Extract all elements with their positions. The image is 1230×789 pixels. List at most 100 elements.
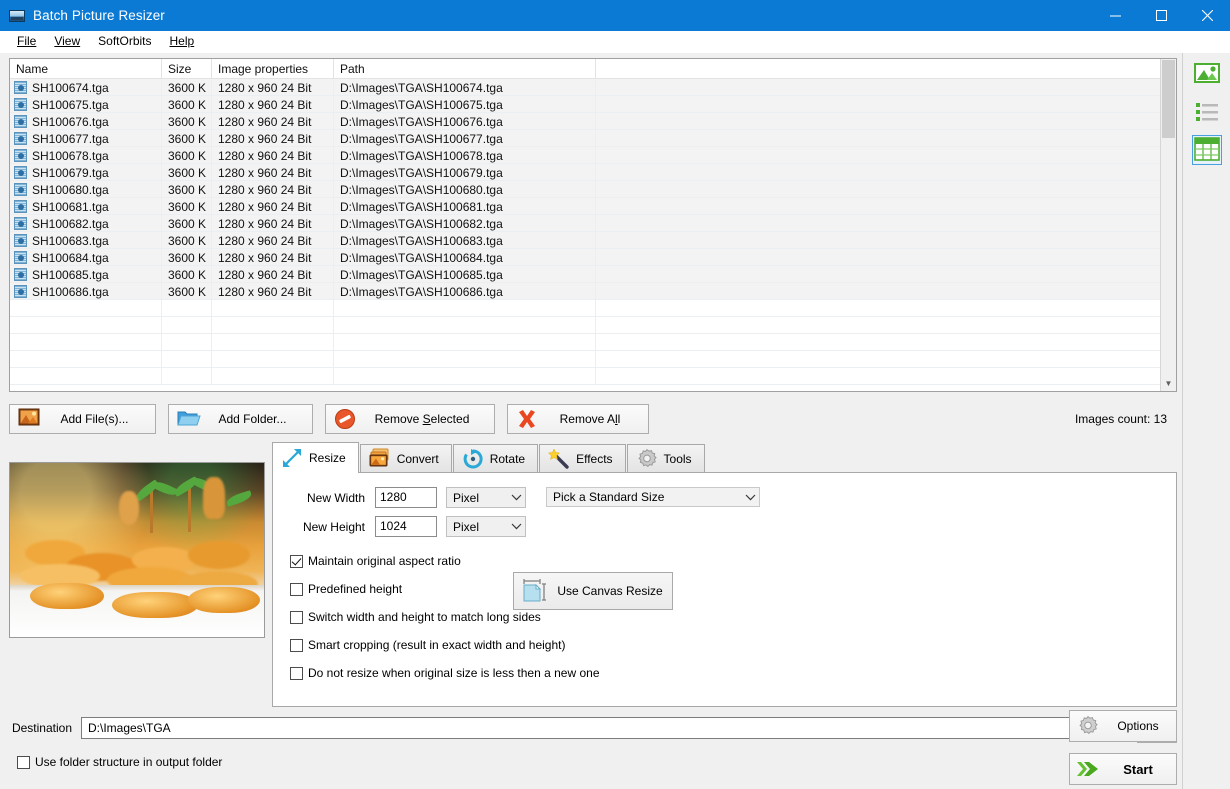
- tab-effects[interactable]: Effects: [539, 444, 626, 473]
- table-row-empty: [10, 351, 1176, 368]
- checkbox-icon[interactable]: [290, 638, 303, 652]
- cell-size: 3600 K: [162, 283, 212, 299]
- menu-softorbits[interactable]: SoftOrbits: [89, 32, 160, 51]
- rail-button-list-view[interactable]: [1192, 97, 1222, 127]
- tga-file-icon: [14, 251, 27, 264]
- menu-view[interactable]: View: [45, 32, 89, 51]
- start-label: Start: [1123, 761, 1153, 777]
- magic-wand-icon: [547, 448, 570, 470]
- table-row[interactable]: SH100678.tga 3600 K 1280 x 960 24 Bit D:\Im…: [10, 147, 1176, 164]
- checkbox-switch-width-height-label: Switch width and height to match long si…: [308, 610, 541, 624]
- file-list-body[interactable]: SH100674.tga 3600 K 1280 x 960 24 Bit D:\Im…: [10, 79, 1176, 391]
- menu-softorbits-label: SoftOrbits: [98, 34, 152, 48]
- cell-filler: [596, 198, 1176, 214]
- checkbox-use-folder-structure[interactable]: Use folder structure in output folder: [9, 755, 1177, 769]
- column-header-filler: [596, 59, 1176, 78]
- cell-path: D:\Images\TGA\SH100680.tga: [334, 181, 596, 197]
- file-list-panel[interactable]: Name Size Image properties Path SH100674…: [9, 58, 1177, 392]
- checkbox-icon[interactable]: [290, 610, 303, 624]
- cell-image-properties: [212, 300, 334, 316]
- cell-path: [334, 351, 596, 367]
- new-height-input[interactable]: 1024: [375, 516, 437, 537]
- cell-size: 3600 K: [162, 130, 212, 146]
- checkbox-predefined-height[interactable]: Predefined height: [273, 575, 1176, 603]
- use-folder-structure-label: Use folder structure in output folder: [35, 755, 223, 769]
- cell-filler: [596, 130, 1176, 146]
- checkbox-do-not-resize-smaller[interactable]: Do not resize when original size is less…: [273, 659, 1176, 687]
- start-button[interactable]: Start: [1069, 753, 1177, 785]
- scrollbar-thumb[interactable]: [1162, 60, 1175, 138]
- checkbox-smart-cropping-label: Smart cropping (result in exact width an…: [308, 638, 566, 652]
- new-width-unit-select[interactable]: Pixel: [446, 487, 526, 508]
- menu-help[interactable]: Help: [161, 32, 204, 51]
- tga-file-icon: [14, 234, 27, 247]
- cell-name: [10, 334, 162, 350]
- tab-convert-label: Convert: [396, 452, 439, 466]
- output-bar: Destination D:\Images\TGA Use folder str…: [0, 707, 1182, 789]
- tab-resize[interactable]: Resize: [272, 442, 359, 473]
- add-files-label: Add File(s)...: [60, 412, 129, 426]
- column-header-path[interactable]: Path: [334, 59, 596, 78]
- destination-input[interactable]: D:\Images\TGA: [81, 717, 1129, 739]
- column-header-size[interactable]: Size: [162, 59, 212, 78]
- table-row[interactable]: SH100684.tga 3600 K 1280 x 960 24 Bit D:\Im…: [10, 249, 1176, 266]
- menu-help-label: Help: [169, 34, 195, 48]
- tga-file-icon: [14, 132, 27, 145]
- cell-image-properties: 1280 x 960 24 Bit: [212, 164, 334, 180]
- rail-button-image-view[interactable]: [1192, 59, 1222, 89]
- checkbox-icon[interactable]: [290, 582, 303, 596]
- cell-path: D:\Images\TGA\SH100677.tga: [334, 130, 596, 146]
- cell-size: [162, 300, 212, 316]
- table-row[interactable]: SH100682.tga 3600 K 1280 x 960 24 Bit D:\Im…: [10, 215, 1176, 232]
- table-row[interactable]: SH100675.tga 3600 K 1280 x 960 24 Bit D:\Im…: [10, 96, 1176, 113]
- remove-all-button[interactable]: Remove All: [507, 404, 649, 434]
- cell-filler: [596, 164, 1176, 180]
- tab-rotate[interactable]: Rotate: [452, 444, 539, 473]
- column-header-name[interactable]: Name: [10, 59, 162, 78]
- new-width-input[interactable]: 1280: [375, 487, 437, 508]
- table-row[interactable]: SH100686.tga 3600 K 1280 x 960 24 Bit D:\Im…: [10, 283, 1176, 300]
- cell-image-properties: 1280 x 960 24 Bit: [212, 232, 334, 248]
- menu-file[interactable]: File: [8, 32, 45, 51]
- minimize-icon[interactable]: [1092, 0, 1138, 31]
- column-header-image-properties[interactable]: Image properties: [212, 59, 334, 78]
- cell-filler: [596, 181, 1176, 197]
- table-row[interactable]: SH100677.tga 3600 K 1280 x 960 24 Bit D:\Im…: [10, 130, 1176, 147]
- checkbox-maintain-aspect-ratio[interactable]: Maintain original aspect ratio: [273, 547, 1176, 575]
- cell-name: [10, 351, 162, 367]
- cell-path: D:\Images\TGA\SH100678.tga: [334, 147, 596, 163]
- table-row[interactable]: SH100676.tga 3600 K 1280 x 960 24 Bit D:\Im…: [10, 113, 1176, 130]
- checkbox-icon[interactable]: [17, 755, 30, 769]
- table-row[interactable]: SH100679.tga 3600 K 1280 x 960 24 Bit D:\Im…: [10, 164, 1176, 181]
- file-list-scrollbar[interactable]: ▲ ▼: [1160, 59, 1176, 391]
- scroll-down-icon[interactable]: ▼: [1161, 375, 1176, 391]
- checkbox-icon[interactable]: [290, 666, 303, 680]
- new-height-unit-select[interactable]: Pixel: [446, 516, 526, 537]
- table-row[interactable]: SH100674.tga 3600 K 1280 x 960 24 Bit D:\Im…: [10, 79, 1176, 96]
- table-row[interactable]: SH100681.tga 3600 K 1280 x 960 24 Bit D:\Im…: [10, 198, 1176, 215]
- maximize-icon[interactable]: [1138, 0, 1184, 31]
- cell-filler: [596, 334, 1176, 350]
- tab-tools[interactable]: Tools: [626, 444, 705, 473]
- checkbox-icon[interactable]: [290, 554, 303, 568]
- table-row[interactable]: SH100680.tga 3600 K 1280 x 960 24 Bit D:\Im…: [10, 181, 1176, 198]
- remove-selected-button[interactable]: Remove Selected: [325, 404, 495, 434]
- options-button[interactable]: Options: [1069, 710, 1177, 742]
- window-title: Batch Picture Resizer: [33, 8, 165, 23]
- use-canvas-resize-button[interactable]: Use Canvas Resize: [513, 572, 673, 610]
- tab-convert[interactable]: Convert: [359, 444, 452, 473]
- rail-button-grid-view[interactable]: [1191, 135, 1222, 165]
- table-row[interactable]: SH100685.tga 3600 K 1280 x 960 24 Bit D:\Im…: [10, 266, 1176, 283]
- checkbox-switch-width-height[interactable]: Switch width and height to match long si…: [273, 603, 1176, 631]
- add-folder-button[interactable]: Add Folder...: [168, 404, 313, 434]
- image-preview[interactable]: [9, 462, 265, 638]
- cell-filler: [596, 215, 1176, 231]
- cell-size: 3600 K: [162, 232, 212, 248]
- close-icon[interactable]: [1184, 0, 1230, 31]
- standard-size-select[interactable]: Pick a Standard Size: [546, 487, 760, 507]
- checkbox-smart-cropping[interactable]: Smart cropping (result in exact width an…: [273, 631, 1176, 659]
- cell-path: D:\Images\TGA\SH100684.tga: [334, 249, 596, 265]
- table-row[interactable]: SH100683.tga 3600 K 1280 x 960 24 Bit D:\Im…: [10, 232, 1176, 249]
- add-files-button[interactable]: Add File(s)...: [9, 404, 156, 434]
- use-canvas-resize-label: Use Canvas Resize: [557, 584, 663, 598]
